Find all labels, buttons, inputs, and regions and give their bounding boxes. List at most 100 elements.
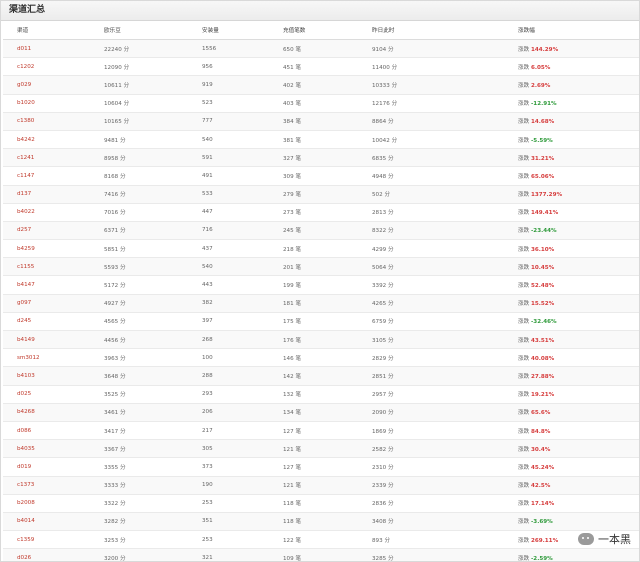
installs-cell: 919 [188, 75, 269, 95]
watermark: 一本黑 [578, 531, 631, 547]
column-header-channel[interactable]: 渠道 [3, 21, 90, 40]
change-cell: 涨跌 14.68% [504, 112, 639, 131]
installs-cell: 253 [188, 530, 269, 550]
change-value: 19.21% [530, 392, 555, 399]
channel-cell[interactable]: b4022 [3, 203, 90, 222]
channel-cell[interactable]: d026 [3, 548, 90, 561]
channel-cell[interactable]: b4149 [3, 330, 90, 350]
change-prefix: 涨跌 [518, 155, 530, 162]
change-value: 269.11% [530, 537, 559, 544]
recharges-cell: 127 笔 [269, 421, 358, 441]
channel-cell[interactable]: b4242 [3, 130, 90, 150]
wechat-icon [578, 533, 594, 545]
change-prefix: 涨跌 [518, 555, 530, 562]
channel-cell[interactable]: b1020 [3, 94, 90, 113]
installs-cell: 523 [188, 94, 269, 113]
table-row: d011 22240 分 1556 650 笔 9104 分涨跌 144.29% [3, 39, 639, 59]
watermark-text: 一本黑 [598, 533, 631, 546]
table-row: d257 6371 分 716 245 笔 8322 分涨跌 -23.44% [3, 221, 639, 241]
channel-cell[interactable]: d086 [3, 421, 90, 441]
channel-cell[interactable]: c1241 [3, 148, 90, 168]
channel-cell[interactable]: d137 [3, 185, 90, 204]
table-row: b4149 4456 分 268 176 笔 3105 分涨跌 43.51% [3, 330, 639, 350]
channel-cell[interactable]: b2008 [3, 494, 90, 513]
column-header-installs[interactable]: 安装量 [188, 21, 269, 40]
coins-cell: 5851 分 [90, 239, 188, 259]
recharges-cell: 176 笔 [269, 330, 358, 350]
column-header-change[interactable]: 涨跌幅 [504, 21, 639, 40]
change-cell: 涨跌 149.41% [504, 203, 639, 222]
coins-cell: 3461 分 [90, 403, 188, 422]
change-cell: 涨跌 27.88% [504, 366, 639, 386]
channel-cell[interactable]: d019 [3, 457, 90, 477]
change-prefix: 涨跌 [518, 46, 530, 53]
channel-cell[interactable]: b4268 [3, 403, 90, 422]
channel-cell[interactable]: d257 [3, 221, 90, 241]
column-header-coins[interactable]: 欧乐豆 [90, 21, 188, 40]
installs-cell: 1556 [188, 39, 269, 59]
change-prefix: 涨跌 [518, 483, 530, 490]
coins-cell: 3355 分 [90, 457, 188, 477]
coins-cell: 8168 分 [90, 166, 188, 186]
channel-cell[interactable]: c1373 [3, 476, 90, 495]
channel-cell[interactable]: c1380 [3, 112, 90, 131]
recharges-cell: 451 笔 [269, 57, 358, 77]
yesterday-cell: 2813 分 [358, 203, 504, 222]
channel-cell[interactable]: d245 [3, 312, 90, 332]
channel-cell[interactable]: b4035 [3, 439, 90, 459]
column-header-recharges[interactable]: 充值笔数 [269, 21, 358, 40]
column-header-yesterday[interactable]: 昨日此时 [358, 21, 504, 40]
change-value: 27.88% [530, 373, 555, 380]
channel-cell[interactable]: b4014 [3, 512, 90, 532]
coins-cell: 3963 分 [90, 348, 188, 368]
table-row: d086 3417 分 217 127 笔 1869 分涨跌 84.8% [3, 421, 639, 441]
channel-summary-table: 渠道 欧乐豆 安装量 充值笔数 昨日此时 涨跌幅 d011 22240 分 1556… [3, 21, 639, 562]
channel-cell[interactable]: b4259 [3, 239, 90, 259]
channel-cell[interactable]: g029 [3, 75, 90, 95]
installs-cell: 540 [188, 130, 269, 150]
yesterday-cell: 4948 分 [358, 166, 504, 186]
table-row: c1241 8958 分 591 327 笔 6835 分涨跌 31.21% [3, 148, 639, 168]
installs-cell: 591 [188, 148, 269, 168]
change-cell: 涨跌 144.29% [504, 39, 639, 59]
channel-cell[interactable]: c1359 [3, 530, 90, 550]
change-prefix: 涨跌 [518, 537, 530, 544]
change-value: 36.10% [530, 246, 555, 253]
installs-cell: 293 [188, 385, 269, 404]
channel-cell[interactable]: c1147 [3, 166, 90, 186]
channel-cell[interactable]: sm3012 [3, 348, 90, 368]
yesterday-cell: 3408 分 [358, 512, 504, 532]
channel-cell[interactable]: c1155 [3, 257, 90, 277]
channel-cell[interactable]: b4147 [3, 275, 90, 295]
coins-cell: 3200 分 [90, 548, 188, 561]
coins-cell: 3648 分 [90, 366, 188, 386]
change-value: 14.68% [530, 119, 555, 126]
yesterday-cell: 6759 分 [358, 312, 504, 332]
table-row: d019 3355 分 373 127 笔 2310 分涨跌 45.24% [3, 457, 639, 477]
installs-cell: 447 [188, 203, 269, 222]
installs-cell: 373 [188, 457, 269, 477]
yesterday-cell: 2829 分 [358, 348, 504, 368]
installs-cell: 777 [188, 112, 269, 131]
installs-cell: 397 [188, 312, 269, 332]
coins-cell: 12090 分 [90, 57, 188, 77]
recharges-cell: 181 笔 [269, 294, 358, 313]
recharges-cell: 309 笔 [269, 166, 358, 186]
coins-cell: 5593 分 [90, 257, 188, 277]
channel-cell[interactable]: g097 [3, 294, 90, 313]
change-value: -23.44% [530, 228, 557, 235]
channel-cell[interactable]: b4103 [3, 366, 90, 386]
change-prefix: 涨跌 [518, 464, 530, 471]
yesterday-cell: 12176 分 [358, 94, 504, 113]
change-cell: 涨跌 10.45% [504, 257, 639, 277]
channel-cell[interactable]: d025 [3, 385, 90, 404]
channel-cell[interactable]: c1202 [3, 57, 90, 77]
yesterday-cell: 893 分 [358, 530, 504, 550]
recharges-cell: 402 笔 [269, 75, 358, 95]
yesterday-cell: 8322 分 [358, 221, 504, 241]
table-row: c1373 3333 分 190 121 笔 2339 分涨跌 42.5% [3, 476, 639, 495]
recharges-cell: 118 笔 [269, 512, 358, 532]
coins-cell: 6371 分 [90, 221, 188, 241]
change-cell: 涨跌 65.06% [504, 166, 639, 186]
channel-cell[interactable]: d011 [3, 39, 90, 59]
